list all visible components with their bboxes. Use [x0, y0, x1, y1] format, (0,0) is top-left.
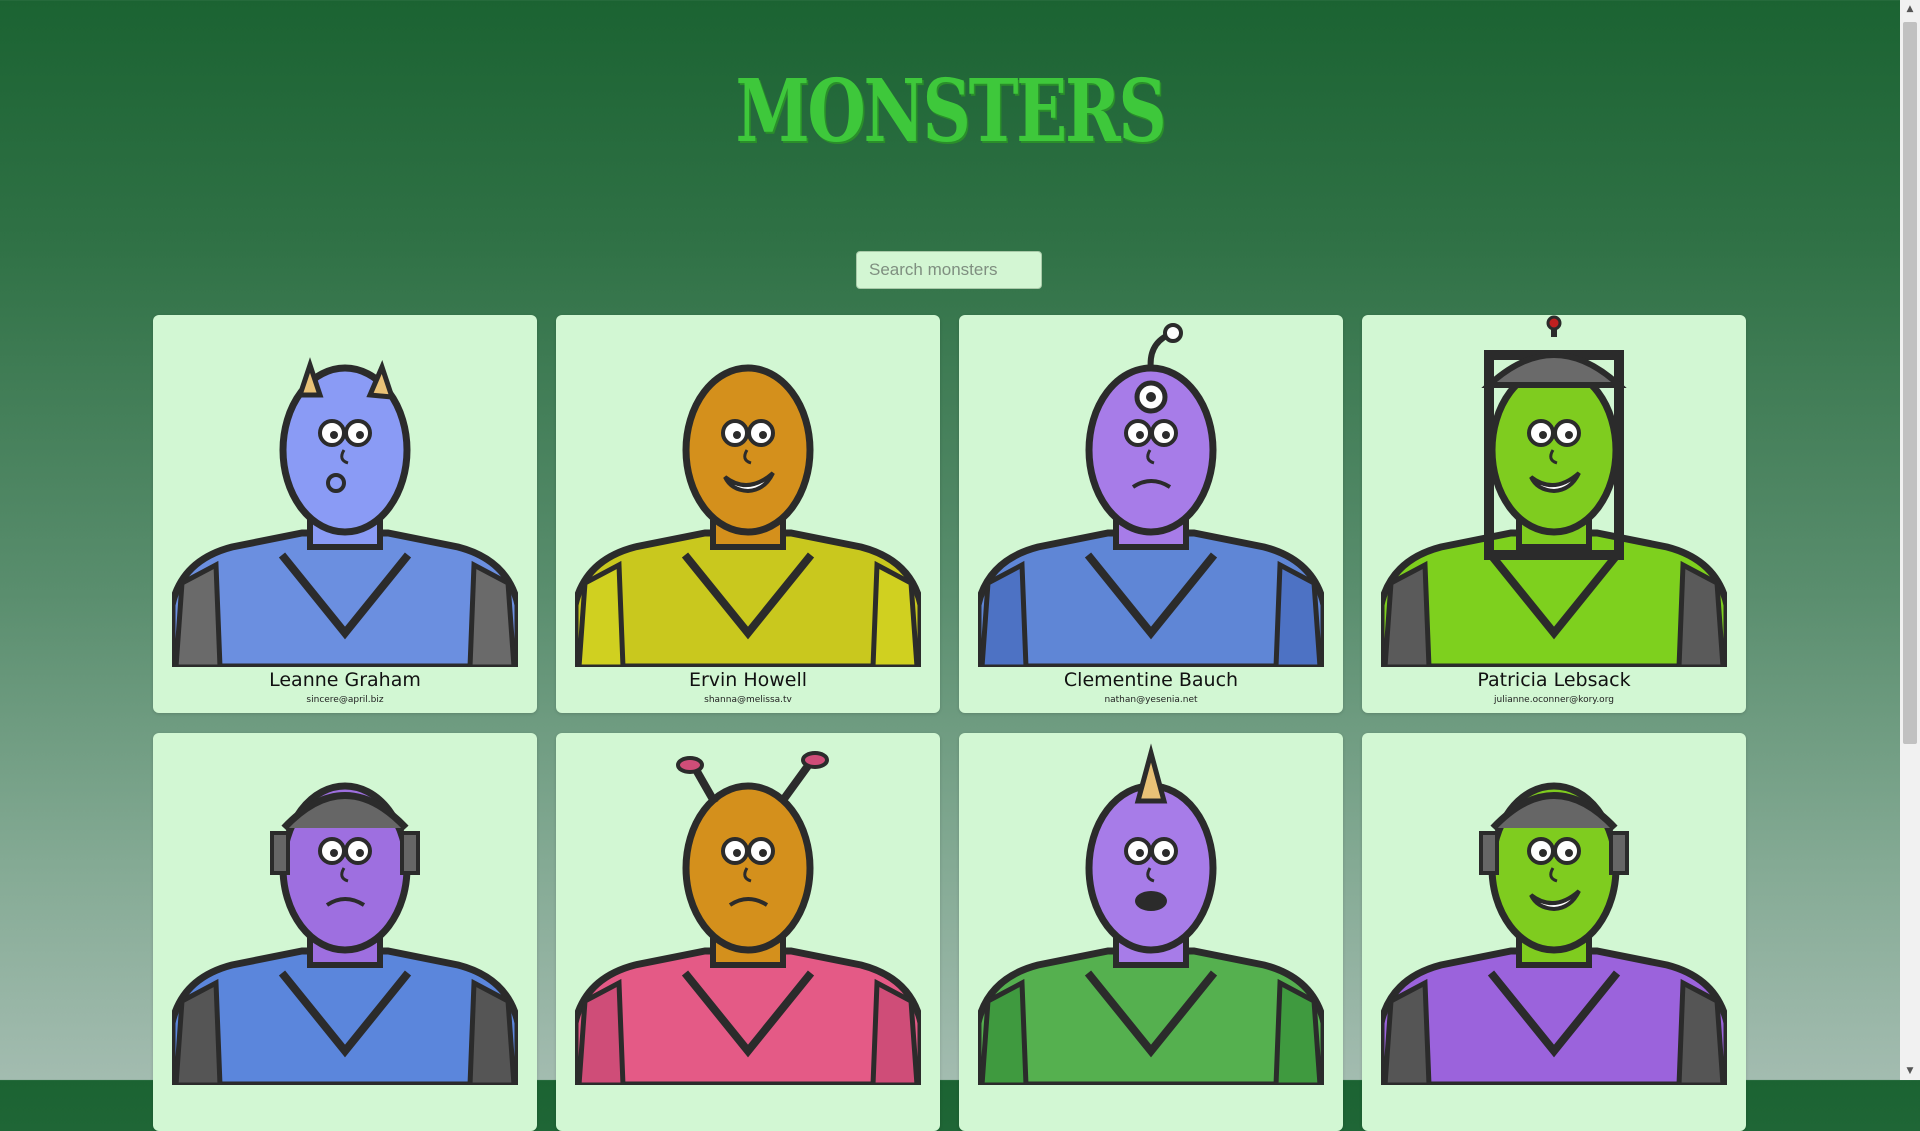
- monster-portrait: [1381, 782, 1727, 1085]
- monster-card[interactable]: [556, 733, 940, 1131]
- monster-portrait: [172, 782, 518, 1085]
- scroll-down-icon[interactable]: ▼: [1900, 1062, 1920, 1080]
- monster-portrait: [1381, 315, 1727, 667]
- monster-name: Leanne Graham: [269, 669, 421, 691]
- monster-email: julianne.oconner@kory.org: [1494, 695, 1614, 705]
- scrollbar-thumb[interactable]: [1903, 22, 1917, 744]
- search-input[interactable]: [856, 251, 1042, 289]
- monster-portrait: [978, 323, 1324, 667]
- monster-portrait: [575, 364, 921, 667]
- monster-name: Patricia Lebsack: [1477, 669, 1631, 691]
- monster-card[interactable]: Leanne Graham sincere@april.biz: [153, 315, 537, 713]
- monster-portrait: [172, 357, 518, 667]
- monster-card[interactable]: Ervin Howell shanna@melissa.tv: [556, 315, 940, 713]
- page: MONSTERS Leanne Graham sincere@april.biz…: [0, 0, 1900, 1131]
- monster-card[interactable]: [959, 733, 1343, 1131]
- monster-email: shanna@melissa.tv: [704, 695, 792, 705]
- monster-portrait: [978, 743, 1324, 1085]
- monster-card[interactable]: Patricia Lebsack julianne.oconner@kory.o…: [1362, 315, 1746, 713]
- monster-card[interactable]: Clementine Bauch nathan@yesenia.net: [959, 315, 1343, 713]
- monster-card[interactable]: [1362, 733, 1746, 1131]
- monster-portrait: [575, 751, 921, 1085]
- scroll-up-icon[interactable]: ▲: [1900, 0, 1920, 18]
- monster-card[interactable]: [153, 733, 537, 1131]
- monster-name: Ervin Howell: [688, 669, 808, 691]
- page-title: MONSTERS: [735, 61, 1167, 162]
- monster-email: sincere@april.biz: [306, 695, 384, 705]
- monster-name: Clementine Bauch: [1063, 669, 1239, 691]
- monster-grid: Leanne Graham sincere@april.biz Ervin Ho…: [153, 315, 1746, 1131]
- monster-email: nathan@yesenia.net: [1104, 695, 1198, 705]
- vertical-scrollbar[interactable]: ▲ ▼: [1900, 0, 1920, 1080]
